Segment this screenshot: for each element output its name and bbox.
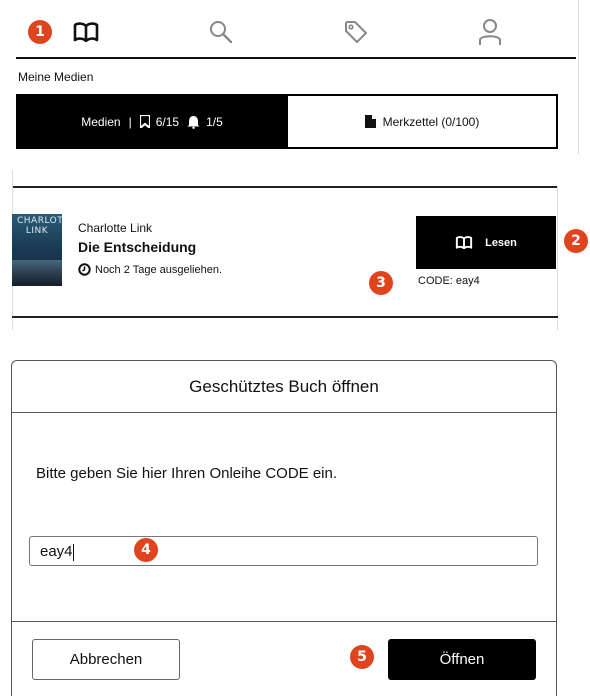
book-icon <box>455 236 473 249</box>
tab-medien-label: Medien <box>81 114 121 129</box>
nav-item-account[interactable] <box>472 18 508 50</box>
cancel-button[interactable]: Abbrechen <box>32 639 180 680</box>
book-author: Charlotte Link <box>78 221 153 235</box>
book-cover[interactable]: CHARLOTTE LINK <box>12 214 62 286</box>
tab-medien[interactable]: Medien | 6/15 1/5 <box>16 94 288 149</box>
book-code: CODE: eay4 <box>418 275 480 287</box>
code-input[interactable]: eay4 <box>29 536 538 566</box>
tab-separator: | <box>128 114 132 129</box>
annotation-badge-1: 1 <box>28 20 52 44</box>
book-cover-text: CHARLOTTE LINK <box>17 216 62 236</box>
annotation-badge-2: 2 <box>564 229 588 253</box>
bell-icon <box>187 115 200 129</box>
nav-item-tags[interactable] <box>338 18 374 50</box>
nav-item-search[interactable] <box>203 18 239 50</box>
cancel-button-label: Abbrechen <box>69 651 143 668</box>
annotation-badge-4: 4 <box>134 538 158 562</box>
clock-icon <box>78 263 91 276</box>
dialog-prompt: Bitte geben Sie hier Ihren Onleihe CODE … <box>36 465 338 482</box>
book-cover-art <box>12 260 62 286</box>
list-bottom-divider <box>12 316 558 318</box>
nav-divider <box>16 57 576 59</box>
open-button-label: Öffnen <box>439 651 485 668</box>
book-icon <box>73 21 99 47</box>
tag-icon <box>343 19 369 50</box>
annotation-badge-5: 5 <box>350 645 374 669</box>
nav-item-media[interactable] <box>68 18 104 50</box>
tab-merkzettel-label: Merkzettel (0/100) <box>382 114 480 129</box>
bookmark-count: 6/15 <box>155 114 180 129</box>
bookmark-icon <box>139 115 150 128</box>
dialog-title: Geschütztes Buch öffnen <box>189 377 379 396</box>
text-cursor <box>72 543 74 561</box>
book-title[interactable]: Die Entscheidung <box>78 239 196 255</box>
list-right-edge <box>557 186 558 330</box>
read-button[interactable]: Lesen <box>416 216 556 269</box>
user-icon <box>477 18 503 51</box>
dialog-title-divider <box>12 412 556 413</box>
search-icon <box>208 19 234 50</box>
dialog-footer-divider <box>12 621 556 622</box>
section-title: Meine Medien <box>18 70 94 84</box>
loan-status: Noch 2 Tage ausgeliehen. <box>78 263 222 276</box>
document-icon <box>364 115 376 128</box>
open-button[interactable]: Öffnen <box>388 639 536 680</box>
right-edge-divider <box>578 0 579 154</box>
read-button-label: Lesen <box>485 236 517 249</box>
annotation-badge-3: 3 <box>369 271 393 295</box>
list-top-divider <box>12 186 558 188</box>
reminder-count: 1/5 <box>206 114 223 129</box>
tab-merkzettel[interactable]: Merkzettel (0/100) <box>288 94 558 149</box>
code-input-value: eay4 <box>40 543 73 560</box>
loan-status-text: Noch 2 Tage ausgeliehen. <box>95 263 223 276</box>
